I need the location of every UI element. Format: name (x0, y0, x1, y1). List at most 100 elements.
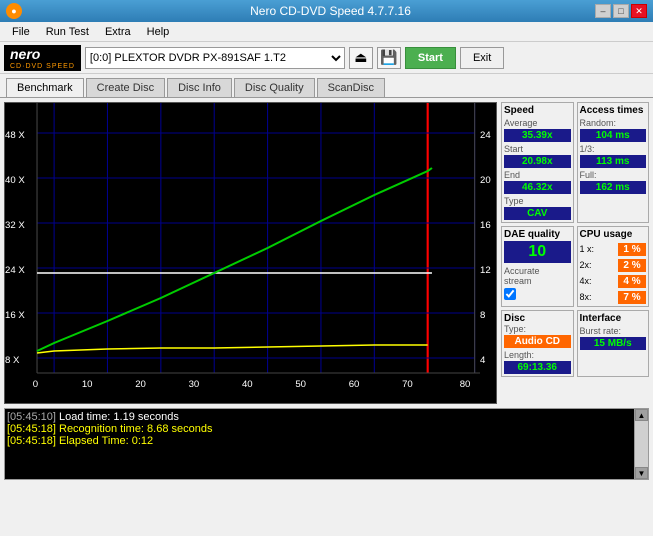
menu-run-test[interactable]: Run Test (38, 24, 97, 40)
dae-checkbox[interactable] (504, 288, 516, 300)
eject-button[interactable]: ⏏ (349, 47, 373, 69)
cpu-value-1x: 1 % (618, 243, 646, 256)
speed-avg-value: 35.39x (504, 129, 571, 142)
speed-start-value: 20.98x (504, 155, 571, 168)
disc-length-label: Length: (504, 350, 571, 360)
access-onethird-value: 113 ms (580, 155, 647, 168)
speed-panel: Speed Average 35.39x Start 20.98x End 46… (501, 102, 574, 223)
disc-interface-section: Disc Type: Audio CD Length: 69:13.36 Int… (501, 310, 649, 377)
cpu-value-2x: 2 % (618, 259, 646, 272)
window-title: Nero CD-DVD Speed 4.7.7.16 (250, 4, 411, 18)
tab-scan-disc[interactable]: ScanDisc (317, 78, 385, 97)
speed-start-label: Start (504, 144, 571, 154)
tab-disc-info[interactable]: Disc Info (167, 78, 232, 97)
speed-type-value: CAV (504, 207, 571, 220)
menu-file[interactable]: File (4, 24, 38, 40)
title-bar: ● Nero CD-DVD Speed 4.7.7.16 – □ ✕ (0, 0, 653, 22)
log-line-1: [05:45:10] Load time: 1.19 seconds (7, 411, 632, 423)
svg-text:70: 70 (402, 379, 413, 389)
svg-text:30: 30 (189, 379, 200, 389)
dae-cpu-section: DAE quality 10 Accurate stream CPU usage… (501, 226, 649, 307)
close-button[interactable]: ✕ (631, 4, 647, 18)
cpu-item-8x: 8x: 7 % (580, 290, 647, 304)
toolbar: nero CD·DVD SPEED [0:0] PLEXTOR DVDR PX-… (0, 42, 653, 74)
log-scrollbar[interactable]: ▲ ▼ (634, 409, 648, 479)
svg-text:50: 50 (295, 379, 306, 389)
svg-text:10: 10 (82, 379, 93, 389)
svg-text:48 X: 48 X (5, 130, 25, 140)
tab-create-disc[interactable]: Create Disc (86, 78, 165, 97)
speed-avg-label: Average (504, 118, 571, 128)
cpu-item-2x: 2x: 2 % (580, 258, 647, 272)
tab-benchmark[interactable]: Benchmark (6, 78, 84, 97)
dae-checkbox-row (504, 288, 571, 300)
access-header: Access times (580, 105, 647, 116)
tab-bar: Benchmark Create Disc Disc Info Disc Qua… (0, 74, 653, 98)
cpu-value-4x: 4 % (618, 275, 646, 288)
log-container: [05:45:10] Load time: 1.19 seconds [05:4… (4, 408, 649, 480)
drive-selector[interactable]: [0:0] PLEXTOR DVDR PX-891SAF 1.T2 (85, 47, 345, 69)
disc-type-label: Type: (504, 324, 571, 334)
log-text-1: Load time: 1.19 seconds (59, 411, 179, 423)
speed-type-label: Type (504, 196, 571, 206)
logo-cdspeed: CD·DVD SPEED (10, 63, 75, 70)
svg-text:16: 16 (480, 220, 491, 230)
log-line-2: [05:45:18] Recognition time: 8.68 second… (7, 423, 632, 435)
cpu-item-1x: 1 x: 1 % (580, 242, 647, 256)
menu-extra[interactable]: Extra (97, 24, 139, 40)
svg-text:20: 20 (135, 379, 146, 389)
svg-text:24 X: 24 X (5, 265, 25, 275)
svg-text:24: 24 (480, 130, 491, 140)
menu-help[interactable]: Help (139, 24, 178, 40)
minimize-button[interactable]: – (595, 4, 611, 18)
bottom-section: [05:45:10] Load time: 1.19 seconds [05:4… (0, 408, 653, 484)
cpu-label-4x: 4x: (580, 276, 592, 286)
dae-value: 10 (504, 241, 571, 263)
log-area: [05:45:10] Load time: 1.19 seconds [05:4… (5, 409, 634, 479)
main-content: 48 X 40 X 32 X 24 X 16 X 8 X 24 20 16 12… (0, 98, 653, 408)
svg-text:60: 60 (349, 379, 360, 389)
speed-end-value: 46.32x (504, 181, 571, 194)
disc-header: Disc (504, 313, 571, 324)
tab-disc-quality[interactable]: Disc Quality (234, 78, 315, 97)
log-text-2: Recognition time: 8.68 seconds (59, 423, 212, 435)
interface-burst-value: 15 MB/s (580, 337, 647, 350)
scroll-down-button[interactable]: ▼ (635, 467, 648, 479)
save-button[interactable]: 💾 (377, 47, 401, 69)
interface-burst-label: Burst rate: (580, 326, 647, 336)
svg-text:12: 12 (480, 265, 491, 275)
cpu-header: CPU usage (580, 229, 647, 240)
log-line-3: [05:45:18] Elapsed Time: 0:12 (7, 435, 632, 447)
speed-chart: 48 X 40 X 32 X 24 X 16 X 8 X 24 20 16 12… (5, 103, 496, 403)
start-button[interactable]: Start (405, 47, 456, 69)
exit-button[interactable]: Exit (460, 47, 504, 69)
log-time-2: [05:45:18] (7, 423, 56, 435)
window-controls: – □ ✕ (595, 4, 647, 18)
log-time-1: [05:45:10] (7, 411, 56, 423)
chart-area: 48 X 40 X 32 X 24 X 16 X 8 X 24 20 16 12… (4, 102, 497, 404)
maximize-button[interactable]: □ (613, 4, 629, 18)
access-full-value: 162 ms (580, 181, 647, 194)
access-panel: Access times Random: 104 ms 1/3: 113 ms … (577, 102, 650, 223)
menu-bar: File Run Test Extra Help (0, 22, 653, 42)
app-logo: nero CD·DVD SPEED (4, 45, 81, 71)
svg-text:40: 40 (242, 379, 253, 389)
scroll-track (635, 421, 648, 467)
app-icon: ● (6, 3, 22, 19)
right-panel: Speed Average 35.39x Start 20.98x End 46… (501, 102, 649, 404)
svg-text:40 X: 40 X (5, 175, 25, 185)
disc-panel: Disc Type: Audio CD Length: 69:13.36 (501, 310, 574, 377)
dae-panel: DAE quality 10 Accurate stream (501, 226, 574, 307)
disc-length-value: 69:13.36 (504, 361, 571, 374)
access-random-label: Random: (580, 118, 647, 128)
svg-text:4: 4 (480, 355, 485, 365)
dae-header: DAE quality (504, 229, 571, 240)
cpu-items: 1 x: 1 % 2x: 2 % 4x: 4 % 8x: 7 % (580, 242, 647, 304)
speed-access-section: Speed Average 35.39x Start 20.98x End 46… (501, 102, 649, 223)
logo-nero: nero (10, 46, 75, 62)
dae-stream-sub: stream (504, 276, 571, 286)
svg-text:0: 0 (33, 379, 38, 389)
scroll-up-button[interactable]: ▲ (635, 409, 648, 421)
svg-text:16 X: 16 X (5, 310, 25, 320)
log-text-3: Elapsed Time: 0:12 (59, 435, 153, 447)
